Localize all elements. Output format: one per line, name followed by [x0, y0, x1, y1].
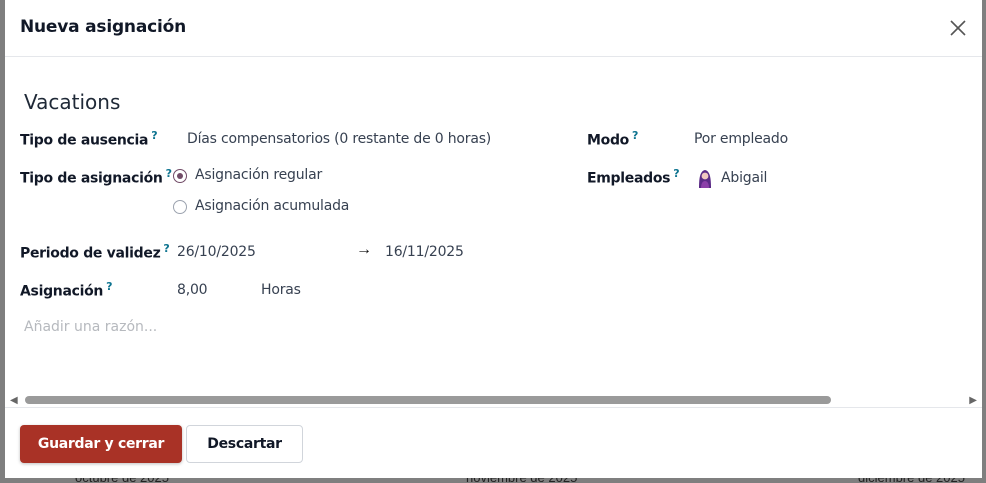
- dialog-body: Vacations Tipo de ausencia? Días compens…: [5, 57, 982, 407]
- help-icon[interactable]: ?: [163, 242, 169, 255]
- leave-type-field[interactable]: Días compensatorios (0 restante de 0 hor…: [187, 131, 491, 147]
- validity-period-label: Periodo de validez?: [20, 242, 170, 262]
- date-start-input[interactable]: 26/10/2025: [177, 244, 256, 260]
- leave-type-label: Tipo de ausencia?: [20, 129, 158, 149]
- help-icon[interactable]: ?: [166, 167, 172, 180]
- reason-textarea[interactable]: Añadir una razón...: [24, 319, 157, 335]
- radio-label-regular[interactable]: Asignación regular: [195, 167, 322, 183]
- allocation-type-label: Tipo de asignación?: [20, 167, 172, 187]
- close-icon[interactable]: [948, 18, 968, 38]
- date-end-input[interactable]: 16/11/2025: [385, 244, 464, 260]
- radio-regular-allocation[interactable]: [173, 169, 187, 183]
- scroll-right-icon[interactable]: ▶: [969, 395, 977, 406]
- employee-tag[interactable]: Abigail: [721, 170, 767, 186]
- new-allocation-dialog: Nueva asignación Vacations Tipo de ausen…: [5, 0, 982, 478]
- mode-field[interactable]: Por empleado: [694, 131, 788, 147]
- discard-button[interactable]: Descartar: [186, 425, 303, 463]
- scrollbar-thumb[interactable]: [25, 396, 831, 404]
- section-title: Vacations: [24, 90, 121, 114]
- help-icon[interactable]: ?: [106, 280, 112, 293]
- avatar: [696, 168, 714, 188]
- scroll-left-icon[interactable]: ◀: [10, 395, 18, 406]
- arrow-right-icon: →: [356, 241, 372, 258]
- horizontal-scrollbar[interactable]: ◀ ▶: [5, 393, 982, 407]
- allocation-amount-input[interactable]: 8,00: [177, 282, 208, 298]
- mode-label: Modo?: [587, 129, 639, 149]
- dialog-title: Nueva asignación: [20, 17, 186, 37]
- dialog-header: Nueva asignación: [5, 0, 982, 57]
- save-and-close-button[interactable]: Guardar y cerrar: [20, 425, 182, 463]
- help-icon[interactable]: ?: [673, 167, 679, 180]
- help-icon[interactable]: ?: [151, 129, 157, 142]
- dialog-footer: Guardar y cerrar Descartar: [5, 407, 982, 478]
- allocation-label: Asignación?: [20, 280, 113, 300]
- radio-accrual-allocation[interactable]: [173, 200, 187, 214]
- radio-label-accrual[interactable]: Asignación acumulada: [195, 198, 349, 214]
- allocation-unit: Horas: [261, 282, 301, 298]
- help-icon[interactable]: ?: [632, 129, 638, 142]
- employees-label: Empleados?: [587, 167, 680, 187]
